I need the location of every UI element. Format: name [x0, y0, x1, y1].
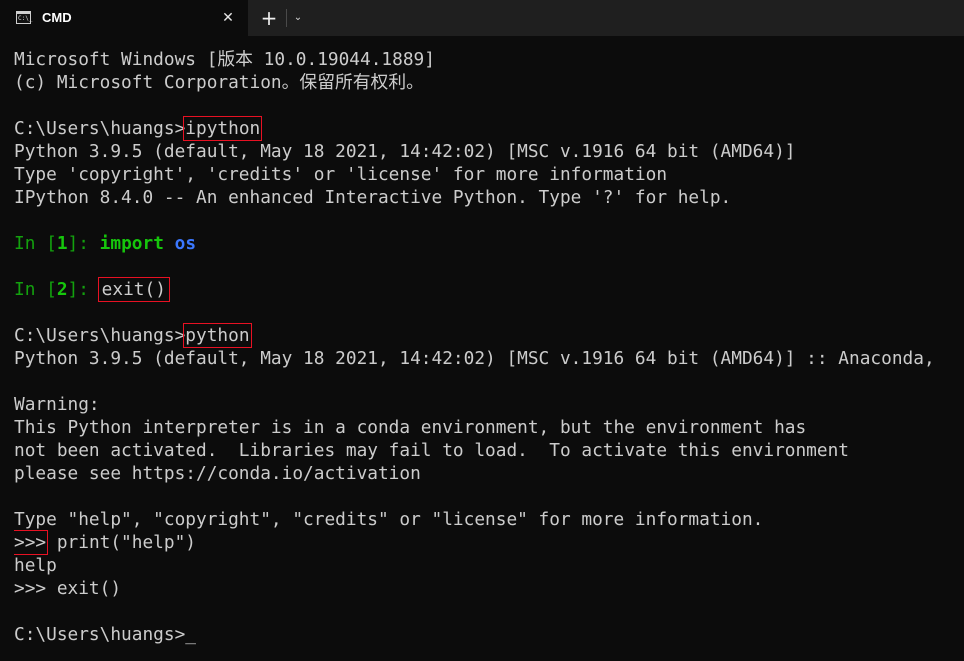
ipython-prompt-number: 1 [56, 233, 68, 254]
chevron-down-icon[interactable]: ⌄ [290, 8, 306, 28]
shell-prompt: C:\Users\huangs> [14, 624, 186, 645]
tab-title: CMD [42, 10, 72, 25]
ipython-input-1: In [1]: import os [14, 232, 964, 255]
ipython-exit-command: exit() [97, 277, 170, 302]
ipython-input-2: In [2]: exit() [14, 277, 964, 302]
ipython-prompt-number: 2 [56, 279, 68, 300]
repl-command: print("help") [46, 532, 196, 553]
terminal-icon: C:\_ [16, 11, 33, 24]
titlebar-divider [286, 9, 287, 27]
command-line[interactable]: C:\Users\huangs>_ [14, 623, 964, 646]
terminal-icon-text: C:\_ [18, 15, 33, 22]
repl-line: >>> print("help") [14, 530, 964, 555]
output-line: Python 3.9.5 (default, May 18 2021, 14:4… [14, 348, 935, 369]
shell-prompt: C:\Users\huangs> [14, 118, 186, 139]
warning-line: not been activated. Libraries may fail t… [14, 440, 850, 461]
warning-line: please see https://conda.io/activation [14, 463, 421, 484]
output-line: Type 'copyright', 'credits' or 'license'… [14, 164, 668, 185]
tab-cmd[interactable]: C:\_ CMD ✕ [0, 0, 248, 36]
close-icon[interactable]: ✕ [218, 8, 238, 28]
terminal-output[interactable]: Microsoft Windows [版本 10.0.19044.1889] (… [14, 48, 964, 661]
output-line: Type "help", "copyright", "credits" or "… [14, 509, 764, 530]
repl-prompt: >>> [14, 530, 49, 555]
ipython-command: ipython [183, 116, 263, 141]
ipython-prompt-prefix: In [ [14, 233, 57, 254]
python-module-name: os [174, 233, 197, 254]
python-command: python [183, 323, 252, 348]
text-cursor: _ [185, 624, 197, 645]
output-line: IPython 8.4.0 -- An enhanced Interactive… [14, 187, 732, 208]
ipython-prompt-suffix: ]: [67, 233, 100, 254]
ipython-prompt-prefix: In [ [14, 279, 57, 300]
command-line: C:\Users\huangs>ipython [14, 116, 964, 141]
title-bar: C:\_ CMD ✕ + ⌄ [0, 0, 964, 36]
output-line: Python 3.9.5 (default, May 18 2021, 14:4… [14, 141, 796, 162]
ipython-prompt-suffix: ]: [67, 279, 100, 300]
warning-line: This Python interpreter is in a conda en… [14, 417, 807, 438]
repl-output: help [14, 555, 57, 576]
warning-line: Warning: [14, 394, 100, 415]
copyright-line: (c) Microsoft Corporation。保留所有权利。 [14, 72, 424, 93]
repl-line: >>> exit() [14, 578, 122, 599]
python-keyword: import [99, 233, 164, 254]
command-line: C:\Users\huangs>python [14, 323, 964, 348]
shell-prompt: C:\Users\huangs> [14, 325, 186, 346]
banner-line: Microsoft Windows [版本 10.0.19044.1889] [14, 49, 435, 70]
new-tab-button[interactable]: + [258, 7, 280, 29]
